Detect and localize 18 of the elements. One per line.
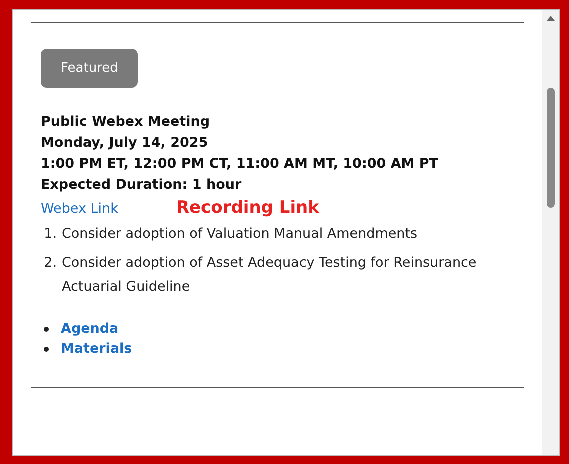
- scrollbar-thumb[interactable]: [546, 88, 554, 208]
- list-number: 2.: [43, 254, 57, 273]
- document-link[interactable]: Materials: [61, 341, 132, 357]
- webex-link[interactable]: Webex Link: [41, 201, 118, 217]
- agenda-item: Consider adoption of Asset Adequacy Testing for Reinsurance Actuarial Guideline: [62, 254, 478, 297]
- scrollbar[interactable]: [542, 10, 559, 455]
- meeting-detail: Expected Duration: 1 hour: [41, 177, 243, 193]
- agenda-item: Consider adoption of Valuation Manual Amendments: [62, 225, 419, 244]
- list-number: 1.: [43, 225, 57, 244]
- featured-badge: Featured: [41, 49, 138, 88]
- meeting-detail: Public Webex Meeting: [41, 114, 212, 130]
- bullet-icon: [44, 326, 49, 332]
- bullet-icon: [44, 346, 49, 352]
- document-link[interactable]: Agenda: [61, 321, 119, 337]
- meeting-detail: Monday, July 14, 2025: [41, 135, 210, 151]
- scroll-up-icon[interactable]: [546, 16, 554, 21]
- recording-link[interactable]: Recording Link: [176, 198, 320, 218]
- meeting-detail: 1:00 PM ET, 12:00 PM CT, 11:00 AM MT, 10:00 AM PT: [41, 156, 440, 172]
